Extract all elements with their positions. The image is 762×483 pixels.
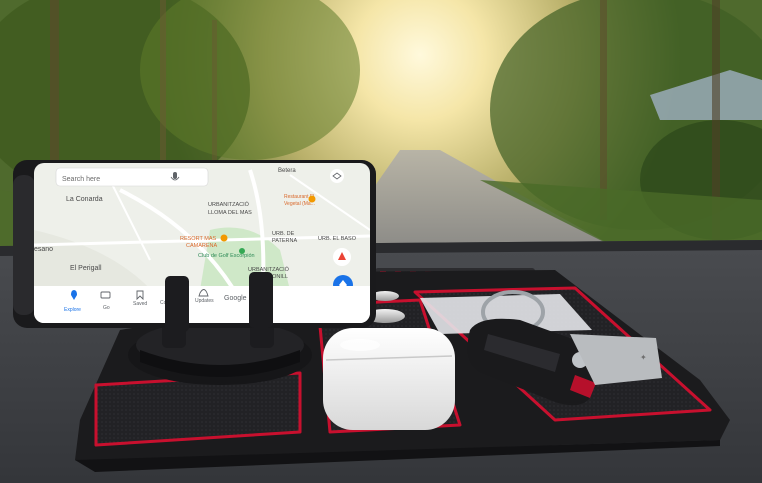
nav-saved-label: Saved [133,301,147,307]
layers-button[interactable] [330,169,344,183]
place-camarena: CAMARENA [186,243,218,249]
place-paterna: PATERNA [272,238,297,244]
place-esano: esano [34,246,53,253]
resort-pin-icon [220,234,228,242]
place-urbanitzacio-1: URBANITZACIÓ [208,201,250,208]
place-club-golf: Club de Golf Escorpión [198,253,255,259]
map-screen: La Conarda Betera URBANITZACIÓ LLOMA DEL… [34,163,370,323]
svg-text:✦: ✦ [640,353,647,362]
nav-updates-label: Updates [195,298,214,304]
google-logo: Google [224,295,247,302]
bottom-nav [34,286,370,323]
restaurant-pin-icon [308,195,316,203]
place-lloma-del-mas: LLOMA DEL MAS [208,210,252,216]
golf-pin-icon [239,248,245,254]
place-resort: RESORT MAS [180,236,216,242]
search-placeholder[interactable]: Search here [62,176,100,183]
place-urb-de: URB. DE [272,231,295,237]
scene-svg: ✦ La Conarda Betera URBANITZACIÓ LLOMA D… [0,0,762,483]
place-urb-el-baso: URB. EL BASO [318,236,357,242]
earbuds-case [323,328,455,430]
product-photo: ✦ La Conarda Betera URBANITZACIÓ LLOMA D… [0,0,762,483]
place-el-perigall: El Perigall [70,265,102,272]
place-la-conarda: La Conarda [66,196,103,203]
place-betera: Betera [278,168,296,174]
place-urbanitzacio-2: URBANITZACIÓ [248,266,290,273]
nav-go-label: Go [103,305,110,311]
nav-explore-label: Explore [64,307,81,313]
